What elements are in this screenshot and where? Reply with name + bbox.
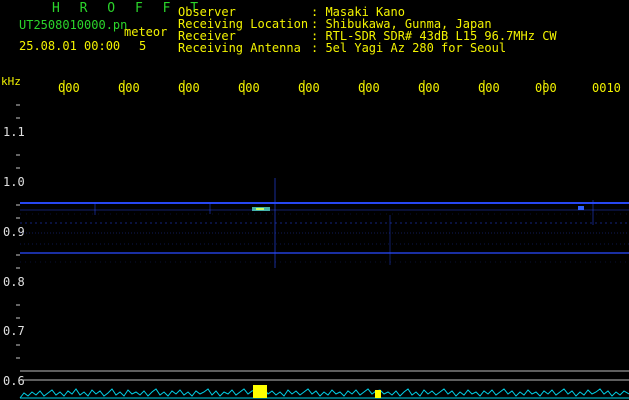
spectrogram bbox=[16, 80, 629, 399]
x-tick-marks bbox=[63, 80, 545, 95]
y-tick-marks bbox=[16, 104, 20, 359]
meteor-detection-bar bbox=[253, 385, 267, 398]
signal-traces bbox=[20, 178, 629, 268]
meteor-detection-bar bbox=[375, 390, 381, 398]
activity-histogram bbox=[19, 387, 629, 399]
